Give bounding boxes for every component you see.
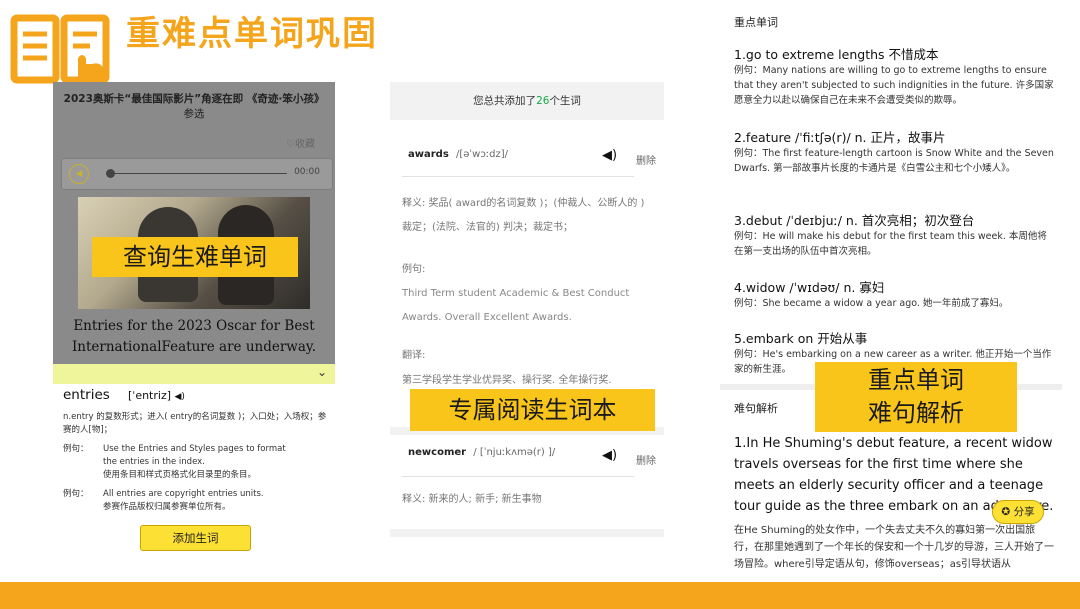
hard-sentence-chinese: 在He Shuming的处女作中，一个失去丈夫不久的寡妇第一次出国旅行，在那里她… [734, 525, 1054, 570]
vocab-gloss: 释义: 奖品( award的名词复数 )；(仲裁人、公断人的 ) 裁定；(法院、… [402, 198, 645, 233]
audio-time: 00:00 [294, 167, 320, 177]
example-zh: 使用条目和样式页格式化目录里的条目。 [103, 470, 257, 480]
entry-example: 例句： Use the Entries and Styles pages to … [63, 443, 333, 482]
translation-label: 翻译: [402, 350, 426, 361]
example-en: Use the Entries and Styles pages to form… [103, 444, 286, 467]
vocab-example: Third Term student Academic & Best Condu… [402, 288, 630, 323]
key-word-example: 例句：The first feature-length cartoon is S… [734, 148, 1054, 174]
speaker-icon[interactable]: ◀) [175, 392, 185, 402]
key-word-heading: 4.widow /ˈwɪdəʊ/ n. 寡妇 [734, 280, 885, 295]
entry-phonetic: [ˈentriz] ◀) [128, 389, 185, 402]
example-label: 例句： [63, 444, 89, 454]
delete-button[interactable]: 删除 [636, 152, 656, 167]
delete-button[interactable]: 删除 [636, 452, 656, 467]
entry-word: entries [63, 387, 110, 403]
headline-line1: 2023奥斯卡“最佳国际影片”角逐在即 《奇迹·笨小孩》 [63, 93, 325, 105]
key-word-heading: 2.feature /ˈfiːtʃə(r)/ n. 正片，故事片 [734, 130, 946, 145]
vocabulary-panel: 您总共添加了26个生词 awards /[əˈwɔːdz]/ ◀) 删除 释义:… [390, 82, 664, 537]
entry-phonetic-text: [ˈentriz] [128, 389, 172, 402]
chevron-down-icon[interactable]: ⌄ [317, 365, 327, 379]
example-text: All entries are copyright entries units.… [103, 488, 293, 514]
article-headline: 2023奥斯卡“最佳国际影片”角逐在即 《奇迹·笨小孩》 参选 [61, 92, 327, 122]
entry-example: 例句： All entries are copyright entries un… [63, 488, 333, 514]
key-word-heading: 1.go to extreme lengths 不惜成本 [734, 47, 939, 62]
progress-handle[interactable] [106, 169, 115, 178]
example-zh: 参赛作品版权归属参赛单位所有。 [103, 502, 231, 512]
example-label: 例句: [402, 264, 426, 275]
example-en: All entries are copyright entries units. [103, 489, 264, 499]
book-hand-icon [10, 14, 110, 92]
divider [390, 529, 664, 537]
feature-label-line1: 重点单词 [868, 366, 964, 394]
progress-track[interactable] [112, 173, 287, 174]
article-english-text[interactable]: Entries for the 2023 Oscar for Best Inte… [59, 316, 329, 358]
key-words-title: 重点单词 [734, 16, 778, 29]
feature-label-vocab-book: 专属阅读生词本 [410, 389, 655, 431]
feature-label-line2: 难句解析 [868, 399, 964, 427]
vocab-phonetic: /[əˈwɔːdz]/ [455, 149, 509, 160]
word-count-header: 您总共添加了26个生词 [390, 82, 664, 120]
share-button[interactable]: ✪ 分享 [992, 500, 1044, 524]
key-word-example: 例句：Many nations are willing to go to ext… [734, 65, 1054, 106]
vocab-word: awards /[əˈwɔːdz]/ [408, 149, 508, 160]
example-text: Use the Entries and Styles pages to form… [103, 443, 293, 482]
play-icon[interactable]: ◀ [69, 164, 89, 184]
feature-label-lookup: 查询生难单词 [92, 237, 298, 277]
count-prefix: 您总共添加了 [473, 95, 537, 107]
vocab-phonetic: / [ˈnjuːkʌmə(r) ]/ [473, 447, 556, 458]
audio-player: ◀ 00:00 [61, 158, 333, 190]
vocab-word: newcomer / [ˈnjuːkʌmə(r) ]/ [408, 447, 555, 458]
count-suffix: 个生词 [549, 95, 581, 107]
analysis-panel: 重点单词 1.go to extreme lengths 不惜成本 例句：Man… [720, 8, 1062, 580]
favorite-button[interactable]: ♡收藏 [286, 135, 315, 150]
example-label: 例句： [63, 489, 89, 499]
word-count: 26 [536, 95, 550, 107]
share-icon: ✪ [1001, 506, 1011, 518]
bottom-accent-bar [0, 582, 1080, 609]
key-word-example: 例句：He will make his debut for the first … [734, 231, 1047, 257]
hard-sentence-title: 难句解析 [734, 402, 778, 415]
add-word-button[interactable]: 添加生词 [140, 525, 251, 551]
page-title: 重难点单词巩固 [126, 14, 378, 54]
speaker-icon[interactable]: ◀) [602, 448, 617, 463]
vocab-word-text: newcomer [408, 447, 467, 458]
key-word-example: 例句：She became a widow a year ago. 她一年前成了… [734, 298, 1009, 309]
speaker-icon[interactable]: ◀) [602, 148, 617, 163]
key-word-heading: 3.debut /ˈdeɪbjuː/ n. 首次亮相；初次登台 [734, 213, 975, 228]
article-panel: 2023奥斯卡“最佳国际影片”角逐在即 《奇迹·笨小孩》 参选 ♡收藏 ◀ 00… [53, 82, 335, 378]
feature-label-analysis: 重点单词 难句解析 [815, 362, 1017, 432]
vocab-gloss: 释义: 新来的人; 新手; 新生事物 [402, 494, 542, 505]
share-label: 分享 [1013, 506, 1035, 518]
entry-definition-text: n.entry 的复数形式；进入( entry的名词复数 )；入口处；入场权；参… [63, 412, 327, 435]
vocab-word-text: awards [408, 149, 449, 160]
collapse-bar[interactable]: ⌄ [53, 364, 335, 384]
entry-definition: n.entry 的复数形式；进入( entry的名词复数 )；入口处；入场权；参… [63, 411, 333, 514]
divider [402, 476, 634, 477]
divider [402, 176, 634, 177]
headline-line2: 参选 [183, 108, 205, 120]
key-word-heading: 5.embark on 开始从事 [734, 331, 868, 346]
